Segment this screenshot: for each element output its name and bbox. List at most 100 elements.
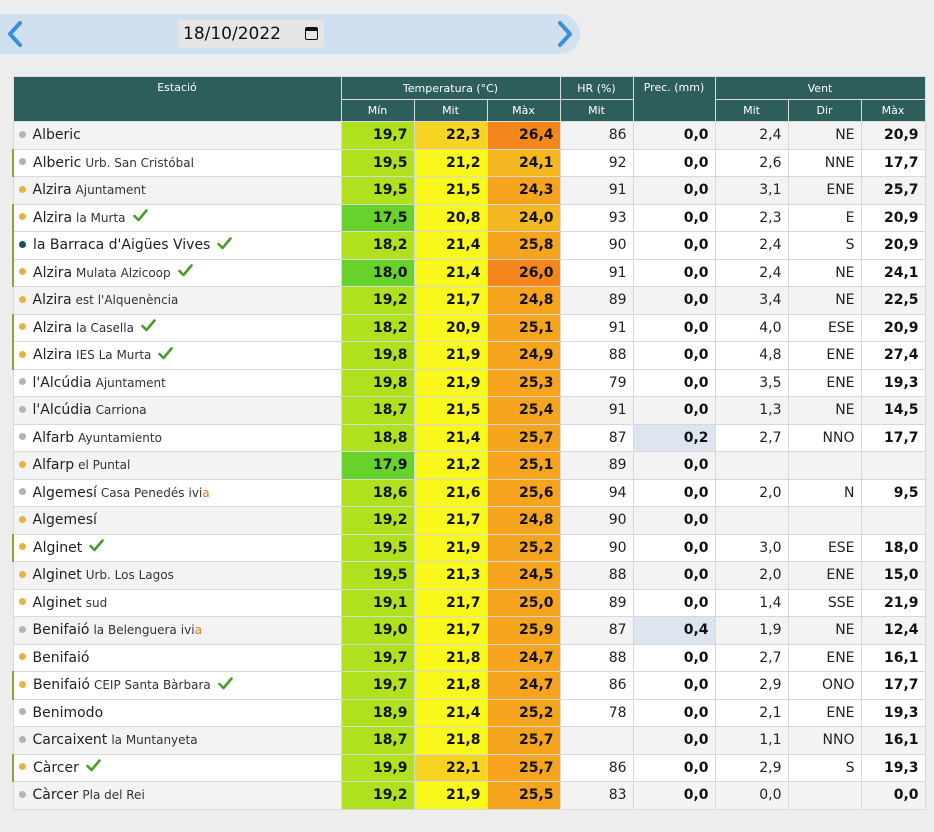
table-row[interactable]: Alzira la Murta 17,5 20,8 24,0 93 0,0 2,3 E 20,9 <box>12 203 926 232</box>
wind-dir-cell: S <box>787 753 862 782</box>
station-cell[interactable]: Alberic <box>12 121 342 150</box>
station-cell[interactable]: Alzira Mulata Alzicoop <box>12 258 342 287</box>
station-cell[interactable]: Alzira Ajuntament <box>12 176 342 205</box>
station-name[interactable]: Alfarp <box>33 457 75 473</box>
station-name[interactable]: l'Alcúdia <box>33 375 92 391</box>
wind-mit-cell: 2,7 <box>714 643 789 672</box>
header-hr-mit[interactable]: Mit <box>559 99 634 122</box>
table-row[interactable]: Alzira IES La Murta 19,8 21,9 24,9 88 0,0 4,8 EN… <box>12 341 926 370</box>
station-cell[interactable]: Càrcer <box>12 753 342 782</box>
precipitation-cell: 0,0 <box>632 561 716 590</box>
station-cell[interactable]: Carcaixent la Muntanyeta <box>12 726 342 755</box>
table-row[interactable]: l'Alcúdia Ajuntament 19,8 21,9 25,3 79 0,0 3,5 E… <box>12 368 926 397</box>
station-cell[interactable]: Alzira la Murta <box>12 203 342 232</box>
station-name[interactable]: Alzira <box>33 347 72 363</box>
header-temperature: Temperatura (°C) <box>340 76 561 100</box>
wind-mit-cell: 1,1 <box>714 726 789 755</box>
table-row[interactable]: Benifaió 19,7 21,8 24,7 88 0,0 2,7 ENE 16,1 <box>12 643 926 672</box>
precipitation-cell: 0,2 <box>632 423 716 452</box>
table-row[interactable]: Càrcer 19,9 22,1 25,7 86 0,0 2,9 S 19,3 <box>12 753 926 782</box>
table-row[interactable]: Alzira la Casella 18,2 20,9 25,1 91 0,0 4,0 ESE 2… <box>12 313 926 342</box>
table-row[interactable]: Alzira est l'Alquenència 19,2 21,7 24,8 89 0,0… <box>12 286 926 315</box>
table-row[interactable]: Alfarp el Puntal 17,9 21,2 25,1 89 0,0 <box>12 451 926 480</box>
station-name[interactable]: Alberic <box>33 155 81 171</box>
station-cell[interactable]: Alzira IES La Murta <box>12 341 342 370</box>
header-wind-dir[interactable]: Dir <box>787 99 862 122</box>
station-name[interactable]: Algemesí <box>33 512 97 528</box>
station-cell[interactable]: Benifaió la Belenguera ivia <box>12 616 342 645</box>
header-temp-max[interactable]: Màx <box>486 99 561 122</box>
table-row[interactable]: Alginet 19,5 21,9 25,2 90 0,0 3,0 ESE 18,0 <box>12 533 926 562</box>
station-cell[interactable]: Alzira la Casella <box>12 313 342 342</box>
header-wind-mit[interactable]: Mit <box>714 99 789 122</box>
previous-day-button[interactable] <box>0 14 30 54</box>
check-icon <box>217 676 233 690</box>
station-name[interactable]: Alberic <box>33 127 81 143</box>
header-precipitation[interactable]: Prec. (mm) <box>632 76 716 122</box>
station-name[interactable]: Carcaixent <box>33 732 108 748</box>
station-name[interactable]: Benifaió <box>33 677 90 693</box>
station-cell[interactable]: Alfarp el Puntal <box>12 451 342 480</box>
station-name[interactable]: Alzira <box>33 182 72 198</box>
table-row[interactable]: Carcaixent la Muntanyeta 18,7 21,8 25,7 0,0 1,… <box>12 726 926 755</box>
next-day-button[interactable] <box>550 14 580 54</box>
station-cell[interactable]: l'Alcúdia Ajuntament <box>12 368 342 397</box>
table-row[interactable]: Alginet sud 19,1 21,7 25,0 89 0,0 1,4 SSE 21,9 <box>12 588 926 617</box>
station-cell[interactable]: Algemesí <box>12 506 342 535</box>
station-cell[interactable]: Alginet sud <box>12 588 342 617</box>
station-cell[interactable]: la Barraca d'Aigües Vives <box>12 231 342 260</box>
station-cell[interactable]: Alginet <box>12 533 342 562</box>
header-wind: Vent <box>714 76 926 100</box>
wind-mit-cell: 2,9 <box>714 753 789 782</box>
station-name[interactable]: Càrcer <box>33 760 79 776</box>
table-row[interactable]: Benimodo 18,9 21,4 25,2 78 0,0 2,1 ENE 19,3 <box>12 698 926 727</box>
table-row[interactable]: Algemesí Casa Penedés ivia 18,6 21,6 25,6 94 0,… <box>12 478 926 507</box>
temp-max-cell: 25,2 <box>486 698 561 727</box>
station-name[interactable]: Alzira <box>33 210 72 226</box>
header-temp-min[interactable]: Mín <box>340 99 415 122</box>
station-cell[interactable]: Alberic Urb. San Cristóbal <box>12 148 342 177</box>
station-name[interactable]: Benifaió <box>33 650 90 666</box>
table-row[interactable]: Benifaió CEIP Santa Bàrbara 19,7 21,8 24,7 86… <box>12 671 926 700</box>
table-row[interactable]: l'Alcúdia Carriona 18,7 21,5 25,4 91 0,0 1,3 NE 1… <box>12 396 926 425</box>
station-cell[interactable]: l'Alcúdia Carriona <box>12 396 342 425</box>
table-row[interactable]: Alzira Ajuntament 19,5 21,5 24,3 91 0,0 3,1 ENE 2… <box>12 176 926 205</box>
header-wind-max[interactable]: Màx <box>860 99 926 122</box>
table-row[interactable]: Càrcer Pla del Rei 19,2 21,9 25,5 83 0,0 0,0 0,0 <box>12 781 926 810</box>
station-cell[interactable]: Alzira est l'Alquenència <box>12 286 342 315</box>
station-cell[interactable]: Càrcer Pla del Rei <box>12 781 342 810</box>
temp-max-cell: 25,9 <box>486 616 561 645</box>
station-name[interactable]: Alginet <box>33 540 82 556</box>
table-row[interactable]: Benifaió la Belenguera ivia 19,0 21,7 25,9 87 0… <box>12 616 926 645</box>
station-name[interactable]: la Barraca d'Aigües Vives <box>33 237 210 253</box>
station-cell[interactable]: Benifaió CEIP Santa Bàrbara <box>12 671 342 700</box>
station-name[interactable]: Alfarb <box>33 430 75 446</box>
station-cell[interactable]: Algemesí Casa Penedés ivia <box>12 478 342 507</box>
station-cell[interactable]: Benifaió <box>12 643 342 672</box>
station-cell[interactable]: Benimodo <box>12 698 342 727</box>
calendar-icon[interactable] <box>305 27 318 40</box>
table-row[interactable]: Algemesí 19,2 21,7 24,8 90 0,0 <box>12 506 926 535</box>
station-name[interactable]: Alginet <box>33 567 82 583</box>
station-name[interactable]: Benifaió <box>33 622 90 638</box>
station-name[interactable]: Benimodo <box>33 705 104 721</box>
table-row[interactable]: la Barraca d'Aigües Vives 18,2 21,4 25,8 90 0… <box>12 231 926 260</box>
station-name[interactable]: Algemesí <box>33 485 97 501</box>
header-temp-mit[interactable]: Mit <box>413 99 488 122</box>
table-row[interactable]: Alberic 19,7 22,3 26,4 86 0,0 2,4 NE 20,9 <box>12 121 926 150</box>
date-input[interactable]: 18/10/2022 <box>178 20 324 48</box>
station-name[interactable]: Alzira <box>33 320 72 336</box>
station-name[interactable]: Alzira <box>33 265 72 281</box>
station-cell[interactable]: Alginet Urb. Los Lagos <box>12 561 342 590</box>
table-row[interactable]: Alberic Urb. San Cristóbal 19,5 21,2 24,1 92 0… <box>12 148 926 177</box>
table-row[interactable]: Alginet Urb. Los Lagos 19,5 21,3 24,5 88 0,0 2,… <box>12 561 926 590</box>
station-name[interactable]: l'Alcúdia <box>33 402 92 418</box>
station-name[interactable]: Alzira <box>33 292 72 308</box>
station-cell[interactable]: Alfarb Ayuntamiento <box>12 423 342 452</box>
station-name[interactable]: Alginet <box>33 595 82 611</box>
hr-cell: 86 <box>559 121 634 150</box>
header-station[interactable]: Estació <box>12 76 342 122</box>
table-row[interactable]: Alfarb Ayuntamiento 18,8 21,4 25,7 87 0,2 2,7 NN… <box>12 423 926 452</box>
table-row[interactable]: Alzira Mulata Alzicoop 18,0 21,4 26,0 91 0,0 2,… <box>12 258 926 287</box>
station-name[interactable]: Càrcer <box>33 787 79 803</box>
